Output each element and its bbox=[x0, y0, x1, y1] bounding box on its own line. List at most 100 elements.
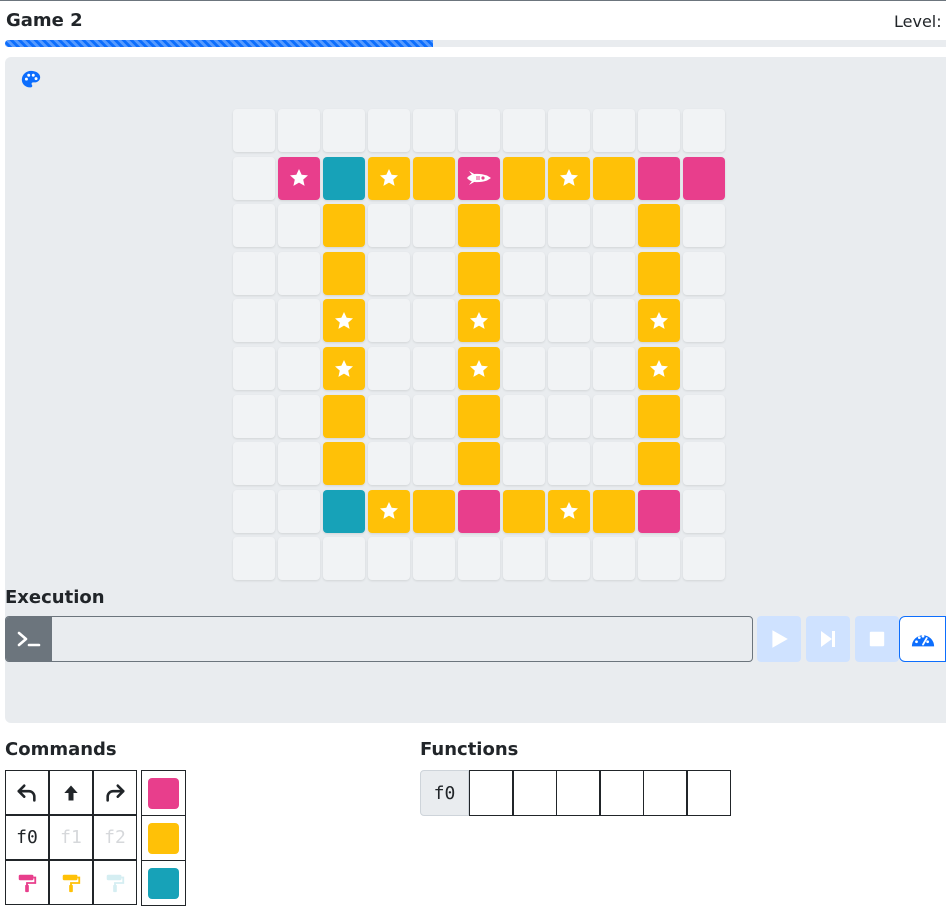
game-title: Game 2 bbox=[6, 10, 83, 31]
board-cell bbox=[278, 299, 320, 343]
stop-icon bbox=[869, 631, 885, 647]
command-call-f0[interactable]: f0 bbox=[5, 815, 49, 860]
board-cell bbox=[413, 156, 455, 200]
board-cell bbox=[548, 489, 590, 533]
execution-track bbox=[5, 616, 753, 662]
paint-roller-icon bbox=[106, 874, 125, 892]
board-cell bbox=[458, 394, 500, 438]
star-icon bbox=[290, 169, 308, 186]
board-cell bbox=[638, 442, 680, 486]
board-cell bbox=[323, 109, 365, 152]
board-cell bbox=[638, 204, 680, 248]
board-cell bbox=[278, 251, 320, 295]
function-slot[interactable] bbox=[469, 770, 513, 816]
star-icon bbox=[470, 311, 488, 329]
board-cell bbox=[683, 251, 725, 295]
level-progress bbox=[5, 40, 946, 47]
board-cell bbox=[503, 347, 545, 390]
function-slot[interactable] bbox=[599, 770, 644, 816]
board-cell bbox=[638, 347, 680, 390]
terminal-button[interactable] bbox=[6, 617, 52, 661]
function-slot[interactable] bbox=[686, 770, 731, 816]
board-cell bbox=[548, 442, 590, 486]
board-cell bbox=[638, 537, 680, 581]
color-condition-pink[interactable] bbox=[141, 770, 186, 816]
command-paint-yellow[interactable] bbox=[49, 860, 93, 905]
command-paint-pink[interactable] bbox=[5, 860, 49, 905]
function-slot[interactable] bbox=[512, 770, 557, 816]
command-label: f2 bbox=[104, 827, 126, 848]
board-cell bbox=[683, 442, 725, 486]
star-icon bbox=[335, 359, 353, 377]
color-condition-palette bbox=[141, 770, 186, 906]
board-cell bbox=[683, 347, 725, 390]
board-cell bbox=[638, 489, 680, 533]
board-cell bbox=[368, 204, 410, 248]
command-forward[interactable] bbox=[49, 770, 93, 815]
board-cell bbox=[683, 156, 725, 200]
board-cell bbox=[368, 156, 410, 200]
board-cell bbox=[323, 251, 365, 295]
board-cell bbox=[323, 394, 365, 438]
command-turn-left[interactable] bbox=[5, 770, 49, 815]
function-slot[interactable] bbox=[556, 770, 600, 816]
level-progress-bar bbox=[5, 40, 434, 47]
board-cell bbox=[503, 537, 545, 581]
color-condition-yellow[interactable] bbox=[141, 815, 186, 861]
forward-arrow-icon bbox=[64, 785, 78, 800]
command-label: f1 bbox=[60, 827, 82, 848]
board-cell bbox=[413, 537, 455, 581]
star-icon bbox=[380, 502, 398, 520]
board-cell bbox=[368, 537, 410, 581]
color-condition-teal[interactable] bbox=[141, 860, 186, 906]
star-icon bbox=[560, 502, 578, 520]
header: Game 2 Level: 7 bbox=[0, 1, 946, 41]
board-cell bbox=[233, 394, 275, 438]
board-cell bbox=[503, 489, 545, 533]
board-cell bbox=[413, 394, 455, 438]
board-cell bbox=[323, 299, 365, 343]
color-swatch bbox=[148, 867, 179, 899]
board-cell bbox=[548, 156, 590, 200]
paint-roller-icon bbox=[62, 874, 81, 892]
board-cell bbox=[413, 489, 455, 533]
board-cell bbox=[593, 109, 635, 152]
board-cell bbox=[368, 109, 410, 152]
board-cell bbox=[368, 251, 410, 295]
board-cell bbox=[368, 299, 410, 343]
board-cell bbox=[278, 537, 320, 581]
board-cell bbox=[413, 299, 455, 343]
board-cell bbox=[233, 109, 275, 152]
function-slot[interactable] bbox=[643, 770, 687, 816]
speed-button[interactable] bbox=[899, 616, 946, 662]
command-call-f2[interactable]: f2 bbox=[93, 815, 137, 860]
command-paint-light-teal[interactable] bbox=[93, 860, 137, 905]
board-cell bbox=[593, 299, 635, 343]
play-icon bbox=[772, 630, 788, 648]
command-turn-right[interactable] bbox=[93, 770, 137, 815]
board-cell bbox=[458, 489, 500, 533]
board-cell bbox=[458, 204, 500, 248]
palette-icon[interactable] bbox=[20, 69, 42, 91]
paint-roller-icon bbox=[18, 874, 37, 892]
board-cell bbox=[368, 394, 410, 438]
functions-title: Functions bbox=[420, 739, 519, 760]
board-cell bbox=[458, 251, 500, 295]
board-cell bbox=[233, 442, 275, 486]
board-cell bbox=[548, 299, 590, 343]
board-cell bbox=[233, 204, 275, 248]
board-cell bbox=[503, 156, 545, 200]
board-cell bbox=[323, 156, 365, 200]
board-cell bbox=[503, 442, 545, 486]
board-cell bbox=[593, 156, 635, 200]
play-button[interactable] bbox=[757, 616, 801, 662]
board-cell bbox=[683, 489, 725, 533]
step-button[interactable] bbox=[806, 616, 850, 662]
board-cell bbox=[278, 394, 320, 438]
stop-button[interactable] bbox=[855, 616, 899, 662]
board-cell bbox=[683, 537, 725, 581]
board-cell bbox=[458, 109, 500, 152]
board-cell bbox=[233, 156, 275, 200]
board-cell bbox=[323, 537, 365, 581]
command-call-f1[interactable]: f1 bbox=[49, 815, 93, 860]
